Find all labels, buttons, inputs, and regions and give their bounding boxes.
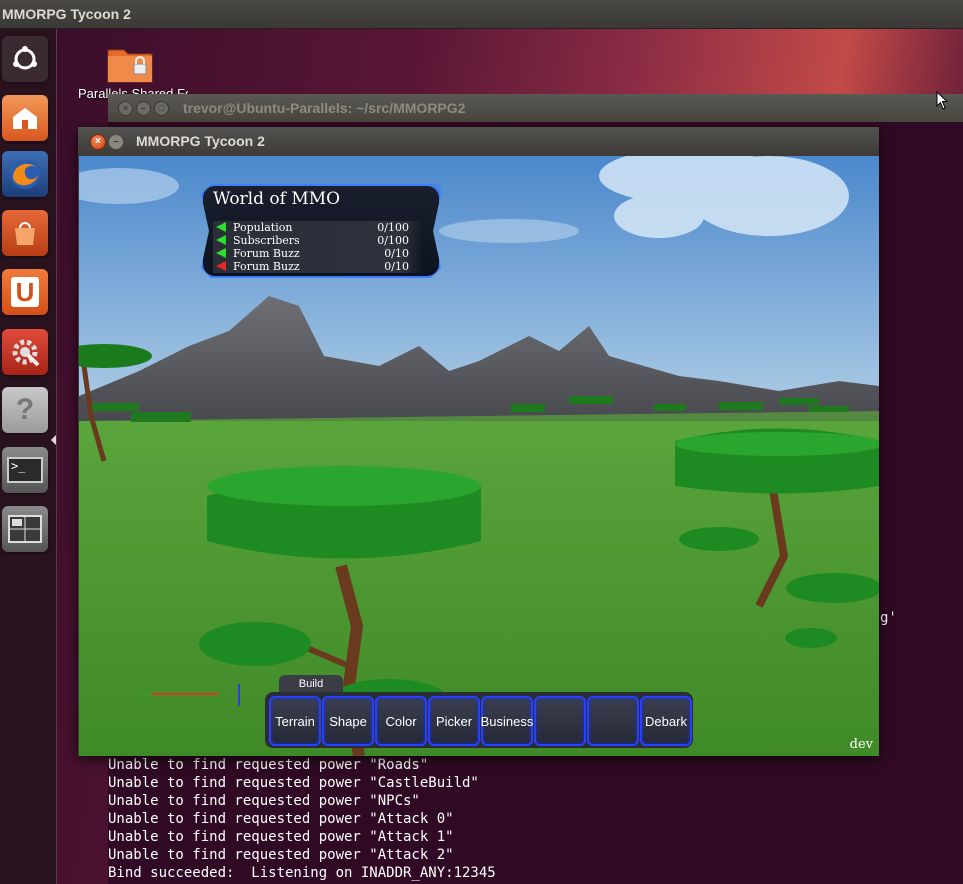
ubuntu-one-icon[interactable]: U xyxy=(2,269,48,315)
firefox-icon[interactable] xyxy=(2,151,48,197)
game-close-button[interactable]: × xyxy=(90,134,106,150)
stat-row-forum-buzz: Forum Buzz 0/10 xyxy=(213,247,423,260)
stat-arrow-icon xyxy=(216,261,226,271)
color-button[interactable]: Color xyxy=(375,696,427,746)
world-stats-panel: World of MMO Population 0/100 Subscriber… xyxy=(201,184,441,278)
home-folder-icon[interactable] xyxy=(2,95,48,141)
empty-slot-button[interactable] xyxy=(587,696,639,746)
stat-arrow-icon xyxy=(216,235,226,245)
shared-folder-icon[interactable] xyxy=(106,44,154,84)
stat-arrow-icon xyxy=(216,248,226,258)
game-viewport[interactable]: World of MMO Population 0/100 Subscriber… xyxy=(79,156,879,756)
terminal-minimize-button[interactable]: – xyxy=(136,101,151,116)
terminal-line: Unable to find requested power "CastleBu… xyxy=(108,775,479,791)
terminal-line: Unable to find requested power "Attack 0… xyxy=(108,811,454,827)
software-center-icon[interactable] xyxy=(2,210,48,256)
mouse-cursor-icon xyxy=(936,91,949,110)
terminal-line: Bind succeeded: Listening on INADDR_ANY:… xyxy=(108,865,496,881)
world-title: World of MMO xyxy=(213,189,341,209)
terminal-line: Unable to find requested power "Attack 2… xyxy=(108,847,454,863)
terminal-line: Unable to find requested power "Attack 1… xyxy=(108,829,454,845)
debark-button[interactable]: Debark xyxy=(640,696,692,746)
terminal-line: Unable to find requested power "NPCs" xyxy=(108,793,420,809)
terrain-button[interactable]: Terrain xyxy=(269,696,321,746)
launcher-active-indicator xyxy=(51,435,56,445)
help-icon[interactable]: ? xyxy=(2,387,48,433)
stat-row-subscribers: Subscribers 0/100 xyxy=(213,234,423,247)
launcher: U ? >_ xyxy=(0,29,57,884)
terminal-text-fragment: g' xyxy=(880,610,897,626)
terminal-maximize-button[interactable]: □ xyxy=(154,101,169,116)
game-window[interactable]: × – MMORPG Tycoon 2 World of MMO Populat… xyxy=(78,127,879,756)
system-settings-icon[interactable] xyxy=(2,329,48,375)
game-titlebar[interactable]: × – MMORPG Tycoon 2 xyxy=(78,127,879,156)
stat-row-population: Population 0/100 xyxy=(213,221,423,234)
picker-button[interactable]: Picker xyxy=(428,696,480,746)
empty-slot-button[interactable] xyxy=(534,696,586,746)
dev-label: dev xyxy=(849,737,873,752)
terminal-title: trevor@Ubuntu-Parallels: ~/src/MMORPG2 xyxy=(183,100,466,116)
terminal-icon[interactable]: >_ xyxy=(2,447,48,493)
top-panel: MMORPG Tycoon 2 xyxy=(0,0,963,29)
terminal-titlebar[interactable]: × – □ trevor@Ubuntu-Parallels: ~/src/MMO… xyxy=(108,94,963,122)
game-minimize-button[interactable]: – xyxy=(108,134,124,150)
tab-build[interactable]: Build xyxy=(279,675,343,693)
game-title: MMORPG Tycoon 2 xyxy=(136,133,265,149)
shape-button[interactable]: Shape xyxy=(322,696,374,746)
stat-row-forum-buzz-2: Forum Buzz 0/10 xyxy=(213,260,423,273)
stat-arrow-icon xyxy=(216,222,226,232)
terminal-output[interactable]: Unable to find requested power "Roads" U… xyxy=(108,756,963,882)
workspace-switcher-icon[interactable] xyxy=(2,506,48,552)
business-button[interactable]: Business xyxy=(481,696,533,746)
build-toolbar: Terrain Shape Color Picker Business Deba… xyxy=(265,692,693,748)
game-scene xyxy=(79,156,879,756)
terminal-close-button[interactable]: × xyxy=(118,101,133,116)
ubuntu-dash-icon[interactable] xyxy=(2,36,48,82)
terminal-line: Unable to find requested power "Roads" xyxy=(108,757,429,773)
active-app-title: MMORPG Tycoon 2 xyxy=(2,6,131,22)
